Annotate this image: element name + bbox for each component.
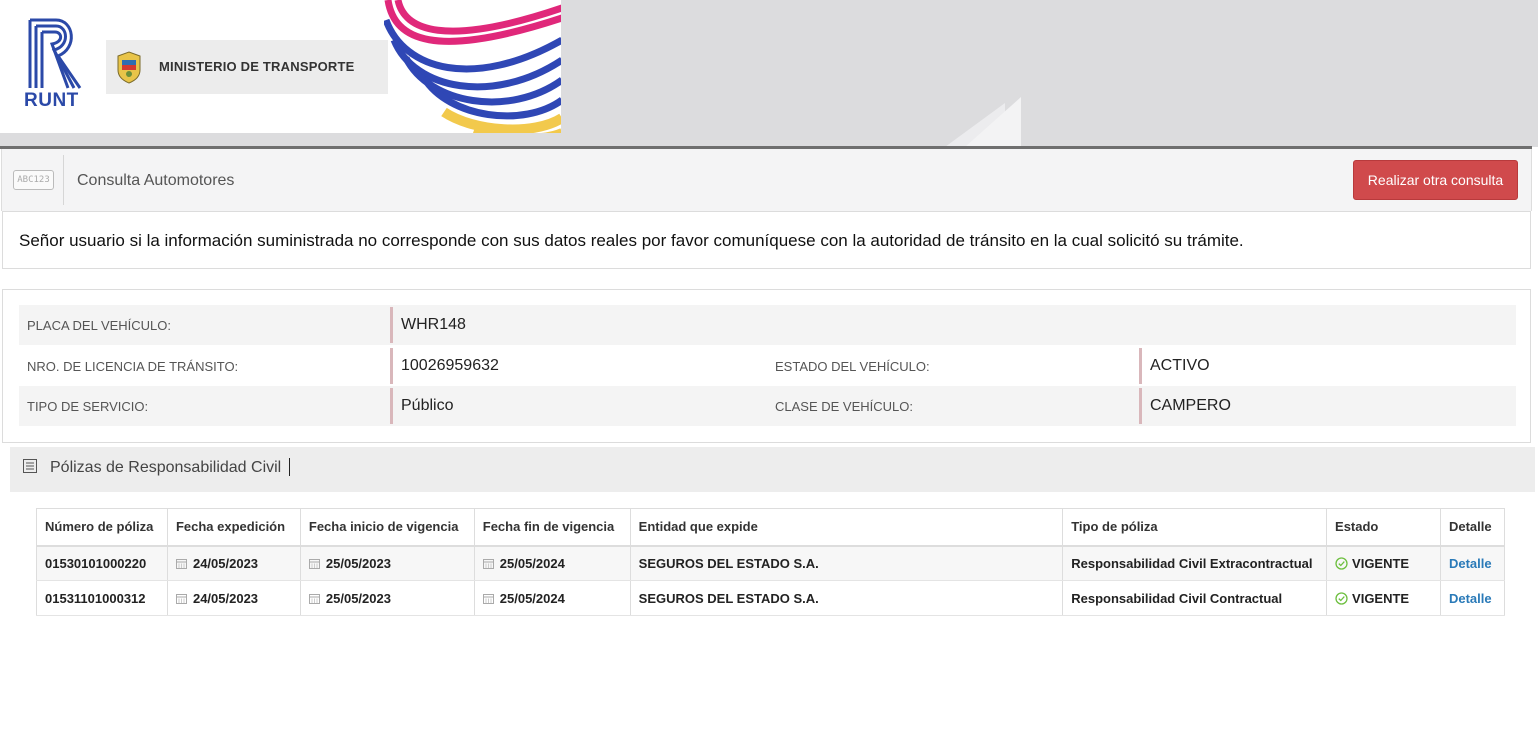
toolbar-divider [63, 155, 64, 205]
state-text: VIGENTE [1352, 555, 1410, 571]
ministry-logo: MINISTERIO DE TRANSPORTE [106, 40, 388, 94]
calendar-icon [308, 558, 320, 569]
policies-table: Número de póliza Fecha expedición Fecha … [36, 508, 1506, 616]
decorative-triangles [945, 97, 1021, 147]
text-cursor [289, 458, 290, 476]
col-header-number[interactable]: Número de póliza [36, 508, 168, 547]
section-title: Pólizas de Responsabilidad Civil [50, 459, 282, 476]
calendar-icon [175, 558, 187, 569]
policy-number: 01530101000220 [36, 545, 168, 581]
table-header-row: Número de póliza Fecha expedición Fecha … [36, 508, 1506, 547]
service-value: Público [401, 397, 454, 414]
col-header-end[interactable]: Fecha fin de vigencia [473, 508, 631, 547]
start-date: 25/05/2023 [299, 545, 475, 581]
policies-section-header[interactable]: Pólizas de Responsabilidad Civil [10, 447, 1535, 492]
start-date: 25/05/2023 [299, 580, 475, 616]
colombia-seal-icon [117, 51, 141, 84]
logo-area: RUNT MINISTERIO DE TRANSPORTE [0, 0, 561, 133]
site-header: RUNT MINISTERIO DE TRANSPORTE [0, 0, 1538, 149]
end-date: 25/05/2024 [473, 545, 631, 581]
detail-cell: Detalle [1439, 580, 1506, 616]
vehicle-info-panel: PLACA DEL VEHÍCULO: WHR148 NRO. DE LICEN… [2, 289, 1531, 443]
plate-label: PLACA DEL VEHÍCULO: [27, 318, 172, 333]
policy-state: VIGENTE [1326, 545, 1441, 581]
policy-type: Responsabilidad Civil Extracontractual [1062, 545, 1328, 581]
status-value: ACTIVO [1150, 357, 1210, 374]
col-header-detail[interactable]: Detalle [1439, 508, 1506, 547]
policy-state: VIGENTE [1326, 580, 1441, 616]
issued-date: 24/05/2023 [166, 545, 301, 581]
vehicle-row-plate: PLACA DEL VEHÍCULO: WHR148 [19, 305, 1516, 345]
end-date: 25/05/2024 [473, 580, 631, 616]
calendar-icon [482, 593, 494, 604]
table-row: 01530101000220 24/05/2023 25/05/2023 25/… [36, 545, 1506, 581]
class-value: CAMPERO [1150, 397, 1231, 414]
value-divider [390, 348, 393, 384]
col-header-type[interactable]: Tipo de póliza [1062, 508, 1328, 547]
vehicle-row-service: TIPO DE SERVICIO: Público CLASE DE VEHÍC… [19, 386, 1516, 426]
issuing-entity: SEGUROS DEL ESTADO S.A. [629, 545, 1064, 581]
issued-date: 24/05/2023 [166, 580, 301, 616]
decorative-waves [384, 0, 561, 133]
user-notice: Señor usuario si la información suminist… [2, 211, 1531, 269]
value-divider [1139, 348, 1142, 384]
calendar-icon [175, 593, 187, 604]
table-row: 01531101000312 24/05/2023 25/05/2023 25/… [36, 580, 1506, 616]
issued-date-text: 24/05/2023 [192, 555, 259, 571]
status-label: ESTADO DEL VEHÍCULO: [775, 359, 930, 374]
end-date-text: 25/05/2024 [499, 555, 565, 571]
ministry-name: MINISTERIO DE TRANSPORTE [159, 59, 355, 74]
policy-number: 01531101000312 [36, 580, 168, 616]
license-value: 10026959632 [401, 357, 499, 374]
query-toolbar: ABC123 Consulta Automotores Realizar otr… [1, 149, 1532, 211]
start-date-text: 25/05/2023 [325, 555, 391, 571]
col-header-entity[interactable]: Entidad que expide [629, 508, 1064, 547]
new-query-button[interactable]: Realizar otra consulta [1353, 160, 1518, 200]
abc123-icon: ABC123 [13, 170, 54, 190]
value-divider [1139, 388, 1142, 424]
class-label: CLASE DE VEHÍCULO: [775, 399, 913, 414]
state-text: VIGENTE [1352, 590, 1410, 606]
vehicle-row-license: NRO. DE LICENCIA DE TRÁNSITO: 1002695963… [19, 346, 1516, 386]
end-date-text: 25/05/2024 [499, 590, 565, 606]
detail-link[interactable]: Detalle [1449, 556, 1492, 571]
policy-type: Responsabilidad Civil Contractual [1062, 580, 1328, 616]
runt-brand-text: RUNT [24, 90, 79, 111]
col-header-issued[interactable]: Fecha expedición [166, 508, 301, 547]
detail-cell: Detalle [1439, 545, 1506, 581]
service-label: TIPO DE SERVICIO: [27, 399, 149, 414]
list-icon [23, 459, 37, 473]
issued-date-text: 24/05/2023 [192, 590, 259, 606]
notice-text: Señor usuario si la información suminist… [19, 231, 1244, 250]
page-title: Consulta Automotores [77, 172, 235, 189]
check-circle-icon [1335, 557, 1348, 570]
check-circle-icon [1335, 591, 1348, 605]
col-header-state[interactable]: Estado [1326, 508, 1441, 547]
plate-value: WHR148 [401, 316, 466, 333]
issuing-entity: SEGUROS DEL ESTADO S.A. [629, 580, 1064, 616]
license-label: NRO. DE LICENCIA DE TRÁNSITO: [27, 359, 239, 374]
value-divider [390, 388, 393, 424]
calendar-icon [482, 558, 494, 569]
calendar-icon [308, 593, 320, 604]
value-divider [390, 307, 393, 343]
detail-link[interactable]: Detalle [1449, 591, 1492, 606]
start-date-text: 25/05/2023 [325, 590, 391, 606]
col-header-start[interactable]: Fecha inicio de vigencia [299, 508, 475, 547]
